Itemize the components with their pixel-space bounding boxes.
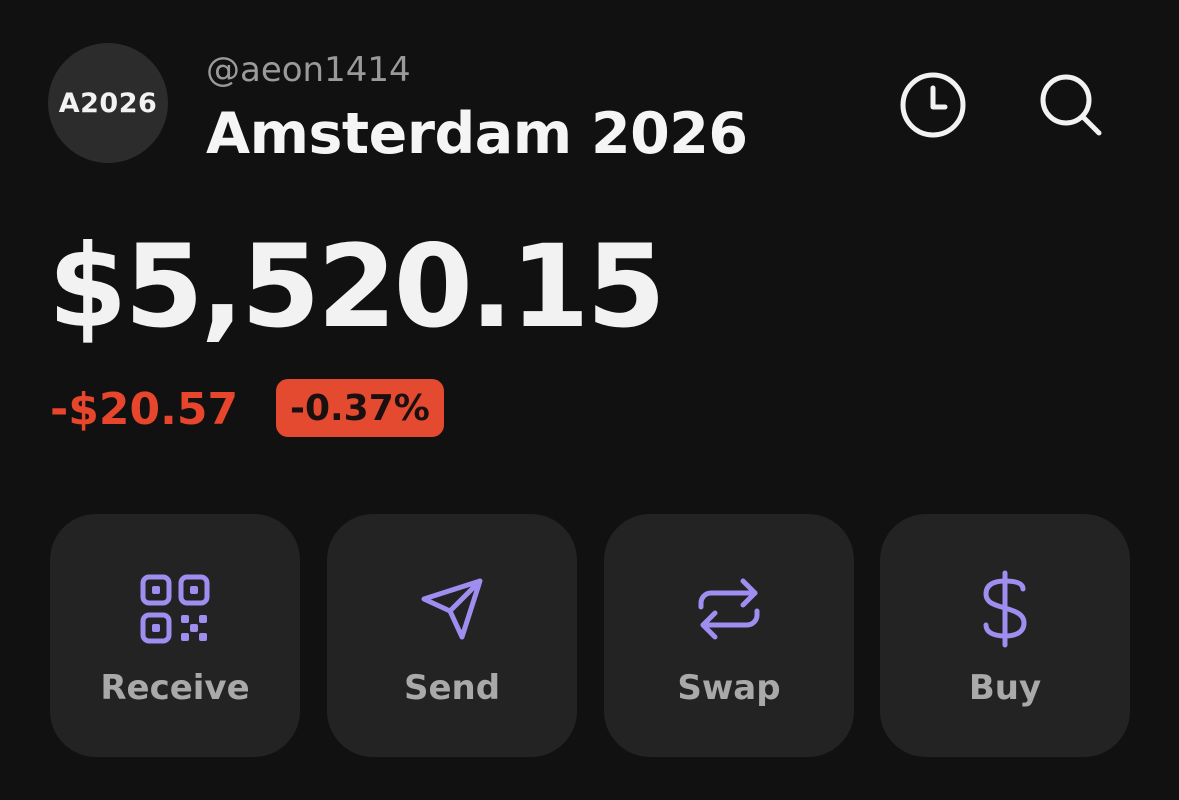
send-button[interactable]: Send: [327, 514, 577, 757]
avatar[interactable]: A2026: [48, 43, 168, 163]
avatar-initials: A2026: [58, 87, 158, 119]
receive-label: Receive: [100, 668, 250, 708]
total-balance: $5,520.15: [48, 220, 666, 353]
swap-button[interactable]: Swap: [604, 514, 854, 757]
swap-label: Swap: [677, 668, 781, 708]
receive-button[interactable]: Receive: [50, 514, 300, 757]
account-handle: @aeon1414: [206, 50, 411, 90]
search-icon: [1040, 74, 1102, 136]
search-button[interactable]: [1036, 70, 1106, 140]
balance-change-amount: -$20.57: [50, 384, 239, 435]
send-label: Send: [403, 668, 501, 708]
dollar-icon: [983, 570, 1027, 648]
clock-icon: [900, 72, 966, 138]
balance-change-percent-badge: -0.37%: [276, 379, 444, 437]
history-button[interactable]: [898, 70, 968, 140]
buy-button[interactable]: Buy: [880, 514, 1130, 757]
balance-change-percent: -0.37%: [290, 387, 430, 429]
qr-code-icon: [140, 574, 210, 644]
account-name[interactable]: Amsterdam 2026: [206, 98, 748, 170]
paper-plane-icon: [421, 578, 483, 640]
buy-label: Buy: [968, 668, 1042, 708]
swap-arrows-icon: [698, 578, 760, 640]
